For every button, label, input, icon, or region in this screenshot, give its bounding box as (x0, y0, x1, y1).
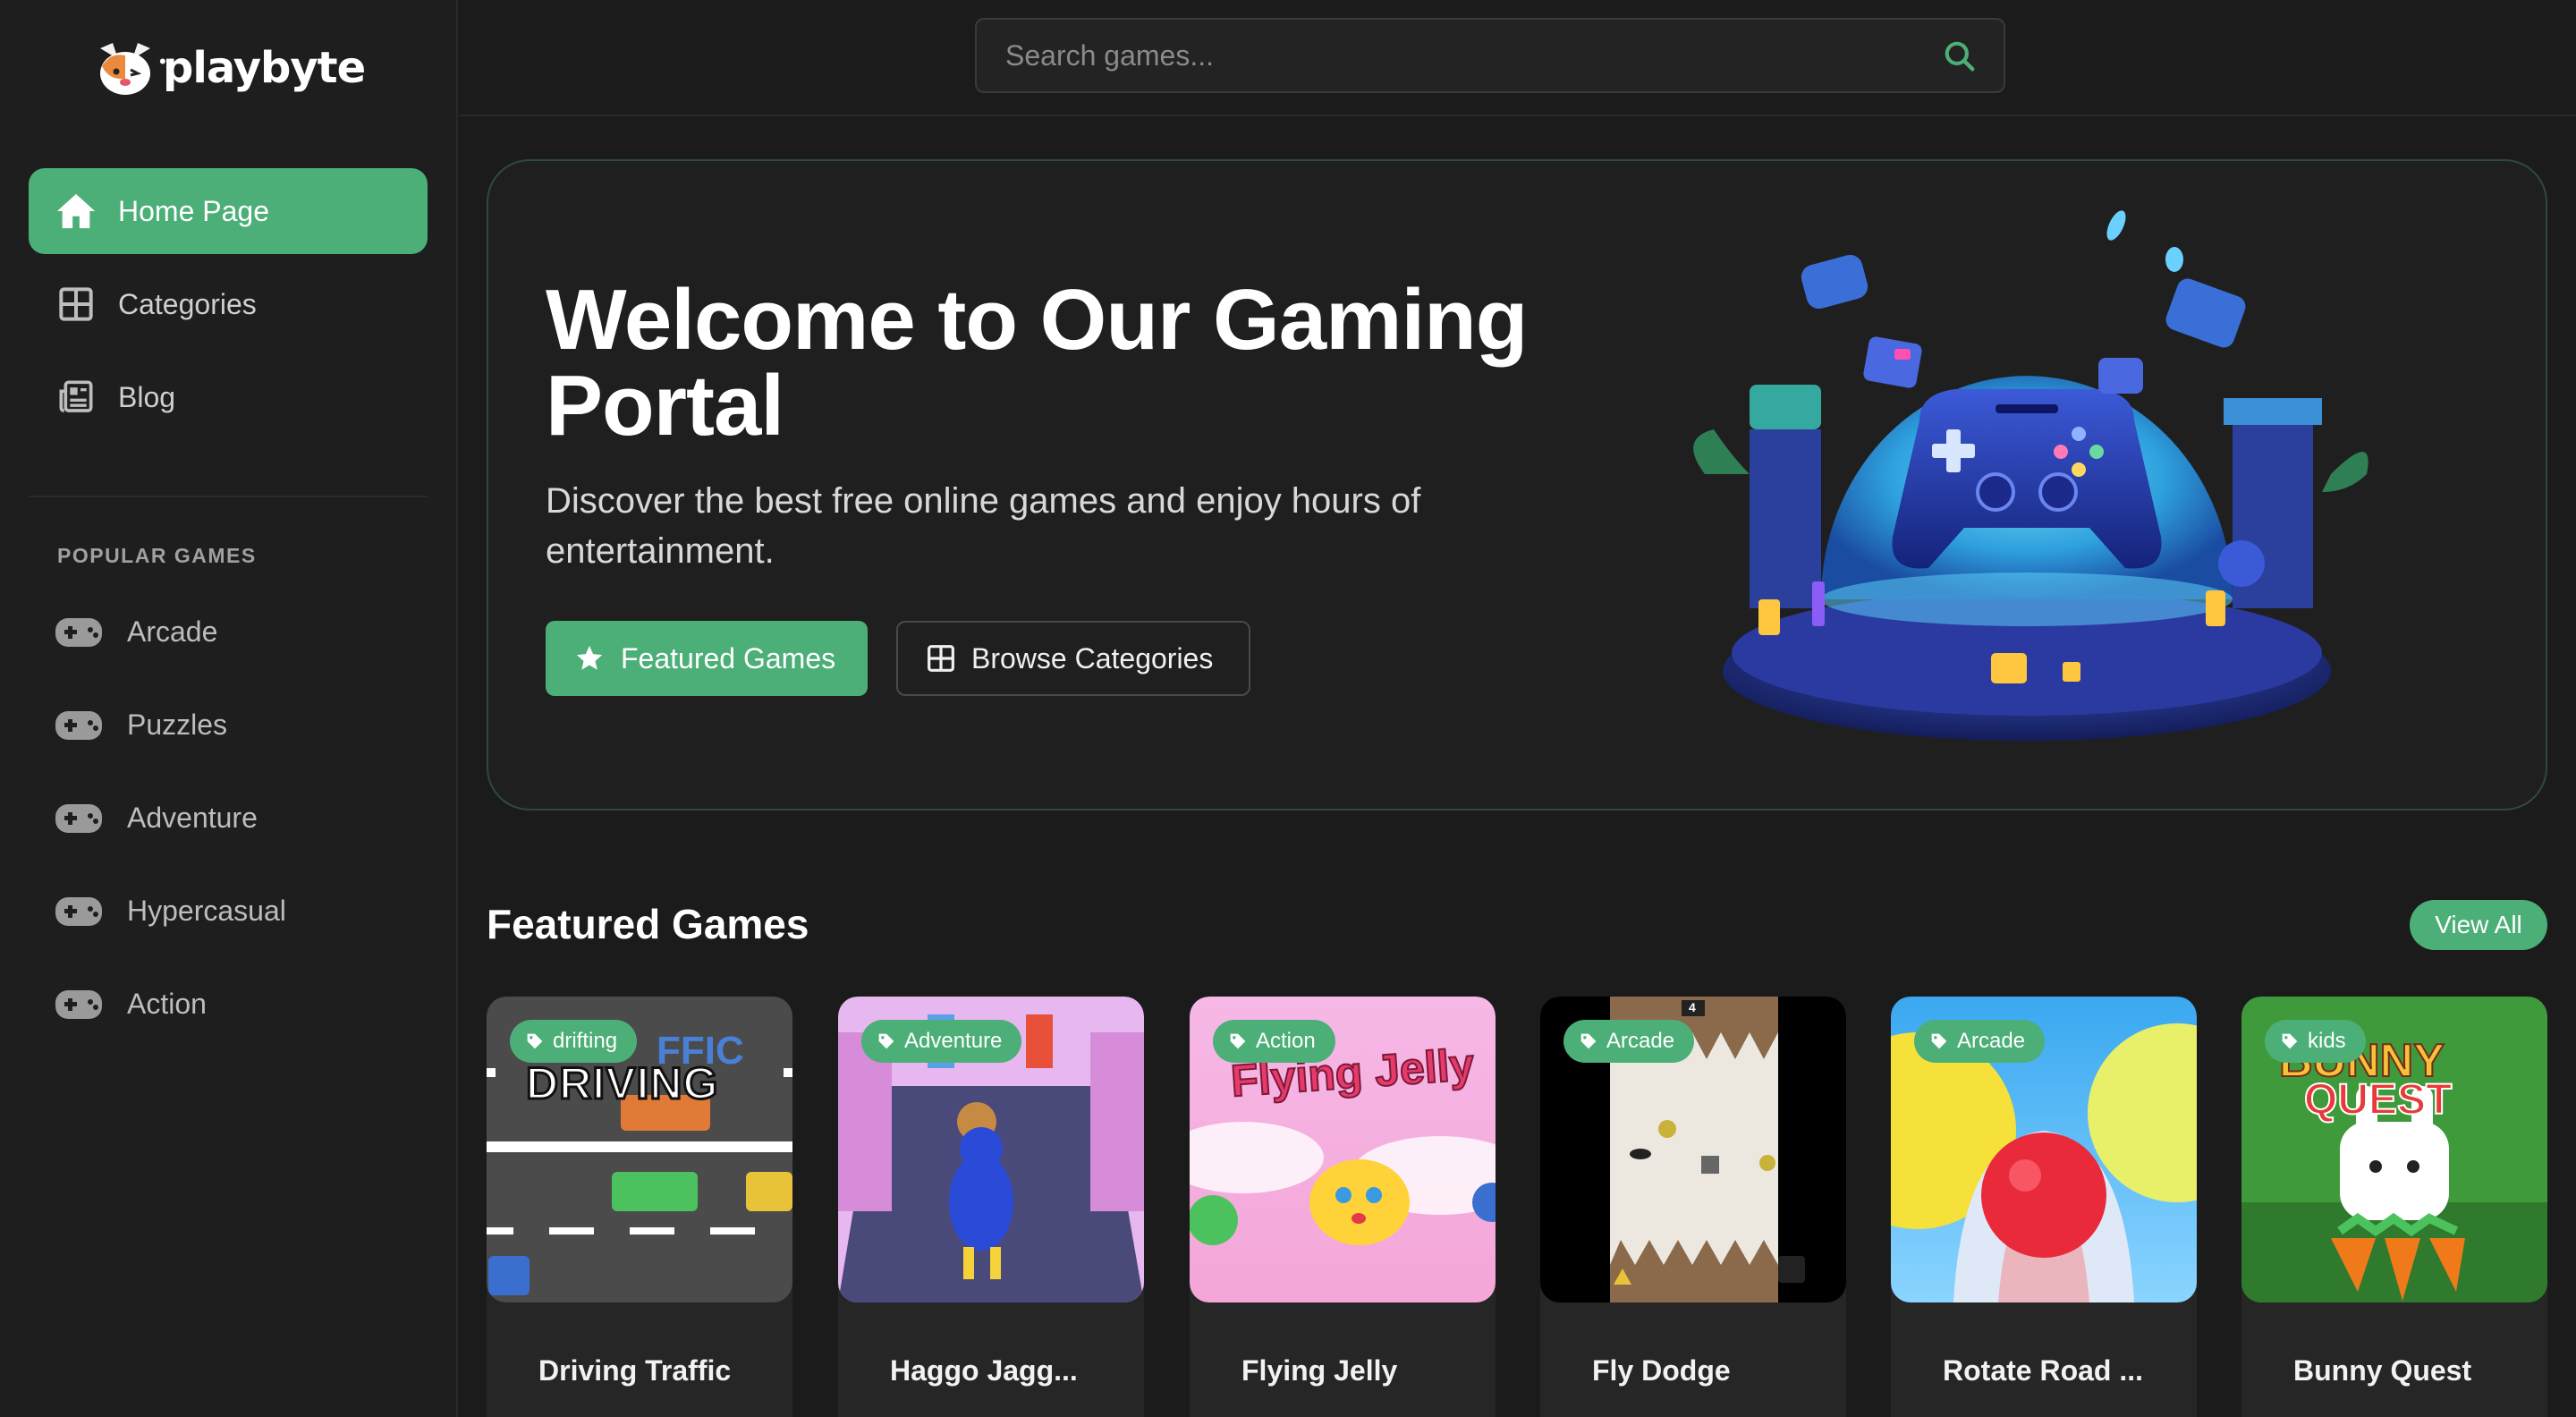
newspaper-icon (55, 377, 97, 418)
popular-item-label: Action (127, 988, 207, 1020)
star-icon (576, 645, 603, 670)
gamepad-icon (55, 896, 102, 926)
sidebar: playbyte ••• Home Page Categories Blog P… (0, 0, 458, 1417)
popular-item-label: Adventure (127, 802, 258, 834)
game-title: Flying Jelly (1241, 1354, 1398, 1387)
gamepad-icon (55, 710, 102, 740)
browse-categories-button[interactable]: Browse Categories (896, 621, 1250, 696)
tag-label: Adventure (904, 1029, 1003, 1053)
game-card-haggo-jagg[interactable]: Adventure Haggo Jagg... (838, 997, 1144, 1417)
tag-label: kids (2308, 1029, 2346, 1053)
category-tag[interactable]: Arcade (1563, 1020, 1695, 1063)
thumbnail-text: QUEST (2303, 1075, 2453, 1124)
hero-banner: Welcome to Our Gaming Portal Discover th… (487, 159, 2547, 810)
popular-item-label: Arcade (127, 615, 218, 648)
search-box (975, 18, 2005, 93)
brand-name: playbyte (163, 43, 366, 93)
nav-item-label: Blog (118, 380, 176, 413)
button-label: Browse Categories (971, 641, 1214, 675)
thumbnail-text: DRIVING (524, 1057, 719, 1110)
game-title: Fly Dodge (1592, 1354, 1731, 1387)
popular-item-adventure[interactable]: Adventure (55, 802, 258, 835)
gamepad-icon (55, 989, 102, 1019)
popular-item-label: Hypercasual (127, 895, 286, 927)
game-card-flying-jelly[interactable]: Flying Jelly Action Flying Jelly (1190, 997, 1496, 1417)
category-tag[interactable]: Arcade (1914, 1020, 2046, 1063)
gaming-controller-illustration (1693, 210, 2368, 741)
featured-section-title: Featured Games (487, 901, 809, 947)
tag-icon (2282, 1033, 2298, 1049)
category-tag[interactable]: Adventure (861, 1020, 1022, 1063)
brand-dots: ••• (159, 50, 186, 72)
game-card-fly-dodge[interactable]: 4 Arcade Fly Dodge (1540, 997, 1846, 1417)
game-title: Driving Traffic (538, 1354, 732, 1387)
nav-item-label: Home Page (118, 194, 269, 227)
grid-icon (928, 645, 954, 672)
category-tag[interactable]: kids (2265, 1020, 2366, 1063)
button-label: Featured Games (621, 641, 836, 675)
search-icon[interactable] (1943, 39, 1977, 73)
game-title: Haggo Jagg... (890, 1354, 1078, 1387)
gamepad-icon (55, 803, 102, 833)
popular-games-heading: POPULAR GAMES (57, 544, 257, 567)
dog-mascot-icon (100, 43, 150, 95)
home-icon (55, 191, 97, 232)
grid-icon (55, 284, 97, 325)
game-card-rotate-road[interactable]: Arcade Rotate Road ... (1891, 997, 2197, 1417)
popular-item-hypercasual[interactable]: Hypercasual (55, 895, 286, 928)
game-card-bunny-quest[interactable]: BUNNY QUEST kids Bunny Quest (2241, 997, 2547, 1417)
nav-item-blog[interactable]: Blog (29, 354, 428, 440)
popular-item-puzzles[interactable]: Puzzles (55, 708, 227, 742)
tag-label: Arcade (1606, 1029, 1675, 1053)
game-card-driving-traffic[interactable]: FFIC DRIVING drifting Driving Traffic (487, 997, 792, 1417)
category-tag[interactable]: Action (1213, 1020, 1335, 1063)
game-title: Bunny Quest (2293, 1354, 2472, 1387)
tag-icon (1230, 1033, 1246, 1049)
tag-icon (1580, 1033, 1597, 1049)
hero-title: Welcome to Our Gaming Portal (546, 272, 1528, 454)
search-input[interactable] (977, 20, 1907, 91)
tag-label: Arcade (1957, 1029, 2026, 1053)
brand-logo[interactable]: playbyte (93, 39, 366, 97)
thumbnail-text: 4 (1689, 1000, 1696, 1014)
tag-label: Action (1256, 1029, 1316, 1053)
tag-label: drifting (553, 1029, 618, 1053)
popular-item-arcade[interactable]: Arcade (55, 615, 217, 649)
hero-subtitle: Discover the best free online games and … (546, 481, 1421, 571)
featured-games-button[interactable]: Featured Games (546, 621, 868, 696)
tag-icon (1931, 1033, 1947, 1049)
gamepad-icon (55, 617, 102, 647)
tag-icon (878, 1033, 894, 1049)
nav-item-label: Categories (118, 287, 257, 320)
popular-item-action[interactable]: Action (55, 988, 207, 1021)
category-tag[interactable]: drifting (510, 1020, 638, 1063)
game-title: Rotate Road ... (1943, 1354, 2144, 1387)
sidebar-divider (29, 496, 428, 497)
nav-item-home-page[interactable]: Home Page (29, 168, 428, 254)
top-bar (460, 0, 2576, 116)
view-all-button[interactable]: View All (2410, 900, 2547, 950)
popular-item-label: Puzzles (127, 708, 228, 741)
nav-item-categories[interactable]: Categories (29, 261, 428, 347)
tag-icon (527, 1033, 543, 1049)
